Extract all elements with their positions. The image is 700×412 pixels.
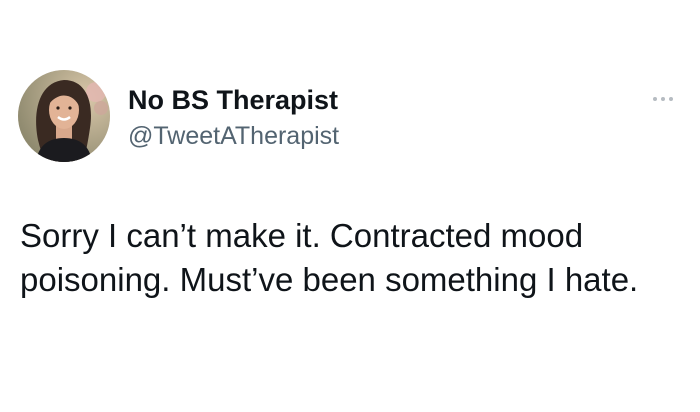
author-handle[interactable]: @TweetATherapist: [128, 120, 339, 152]
more-options-button[interactable]: [648, 92, 678, 106]
author-identity: No BS Therapist @TweetATherapist: [128, 84, 339, 152]
ellipsis-dot: [669, 97, 673, 101]
tweet-text: Sorry I can’t make it. Contracted mood p…: [20, 217, 639, 298]
avatar[interactable]: [18, 70, 110, 162]
tweet-card: No BS Therapist @TweetATherapist Sorry I…: [0, 0, 700, 412]
tweet-header: No BS Therapist @TweetATherapist: [16, 70, 686, 166]
ellipsis-icon: [653, 97, 673, 101]
profile-photo-icon: [18, 70, 110, 162]
ellipsis-dot: [653, 97, 657, 101]
author-display-name[interactable]: No BS Therapist: [128, 84, 339, 116]
ellipsis-dot: [661, 97, 665, 101]
